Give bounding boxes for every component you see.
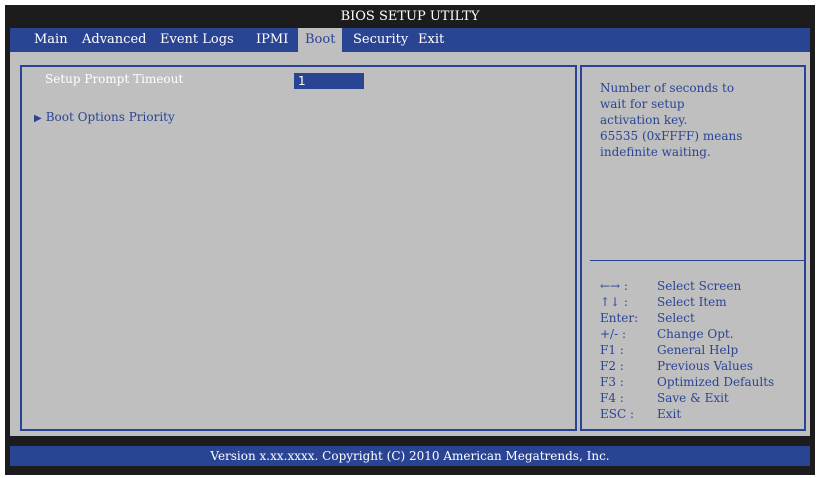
key-description: Select <box>657 311 695 325</box>
key-label: F1 : <box>600 343 624 357</box>
key-description: Save & Exit <box>657 391 729 405</box>
tab-main[interactable]: Main <box>34 28 68 52</box>
key-row: F2 : Previous Values <box>600 358 810 374</box>
help-line: 65535 (0xFFFF) means <box>600 129 743 143</box>
key-label: ←→ : <box>600 279 628 293</box>
tab-advanced[interactable]: Advanced <box>82 28 146 52</box>
key-description: Previous Values <box>657 359 753 373</box>
key-label: ↑↓ : <box>600 295 628 309</box>
key-row: ↑↓ : Select Item <box>600 294 810 310</box>
help-line: Number of seconds to <box>600 81 735 95</box>
menu-bar: Main Advanced Event Logs IPMI Boot Secur… <box>10 28 810 52</box>
help-description: Number of seconds to wait for setup acti… <box>600 80 800 160</box>
key-description: Select Screen <box>657 279 742 293</box>
setup-prompt-timeout-field[interactable]: 1 <box>294 73 364 89</box>
key-label: Enter: <box>600 311 639 325</box>
key-description: Change Opt. <box>657 327 734 341</box>
key-row: +/- : Change Opt. <box>600 326 810 342</box>
help-line: activation key. <box>600 113 688 127</box>
key-label: +/- : <box>600 327 627 341</box>
content-panel: Setup Prompt Timeout 1 ▶ Boot Options Pri… <box>10 52 810 436</box>
tab-exit[interactable]: Exit <box>418 28 444 52</box>
key-description: General Help <box>657 343 739 357</box>
help-line: indefinite waiting. <box>600 145 711 159</box>
key-description: Optimized Defaults <box>657 375 775 389</box>
help-line: wait for setup <box>600 97 685 111</box>
help-divider <box>590 260 806 261</box>
tab-security[interactable]: Security <box>353 28 408 52</box>
setup-prompt-timeout-label: Setup Prompt Timeout <box>45 72 184 86</box>
bios-screen: BIOS SETUP UTILTY Main Advanced Event Lo… <box>5 5 815 475</box>
boot-options-priority-label: Boot Options Priority <box>45 110 175 124</box>
key-row: F3 : Optimized Defaults <box>600 374 810 390</box>
key-label: F4 : <box>600 391 624 405</box>
version-footer: Version x.xx.xxxx. Copyright (C) 2010 Am… <box>10 446 810 466</box>
key-row: F4 : Save & Exit <box>600 390 810 406</box>
key-label: F3 : <box>600 375 624 389</box>
key-row: Enter: Select <box>600 310 810 326</box>
tab-boot[interactable]: Boot <box>298 28 343 52</box>
submenu-arrow-icon: ▶ <box>34 113 42 124</box>
key-label: ESC : <box>600 407 635 421</box>
key-row: ←→ : Select Screen <box>600 278 810 294</box>
key-row: F1 : General Help <box>600 342 810 358</box>
boot-options-priority-item[interactable]: ▶ Boot Options Priority <box>34 110 175 124</box>
key-label: F2 : <box>600 359 624 373</box>
key-legend: ←→ : Select Screen ↑↓ : Select Item Enter:… <box>600 278 810 422</box>
tab-ipmi[interactable]: IPMI <box>256 28 288 52</box>
key-description: Select Item <box>657 295 727 309</box>
tab-event-logs[interactable]: Event Logs <box>160 28 234 52</box>
key-description: Exit <box>657 407 682 421</box>
window-title: BIOS SETUP UTILTY <box>340 9 480 24</box>
key-row: ESC : Exit <box>600 406 810 422</box>
